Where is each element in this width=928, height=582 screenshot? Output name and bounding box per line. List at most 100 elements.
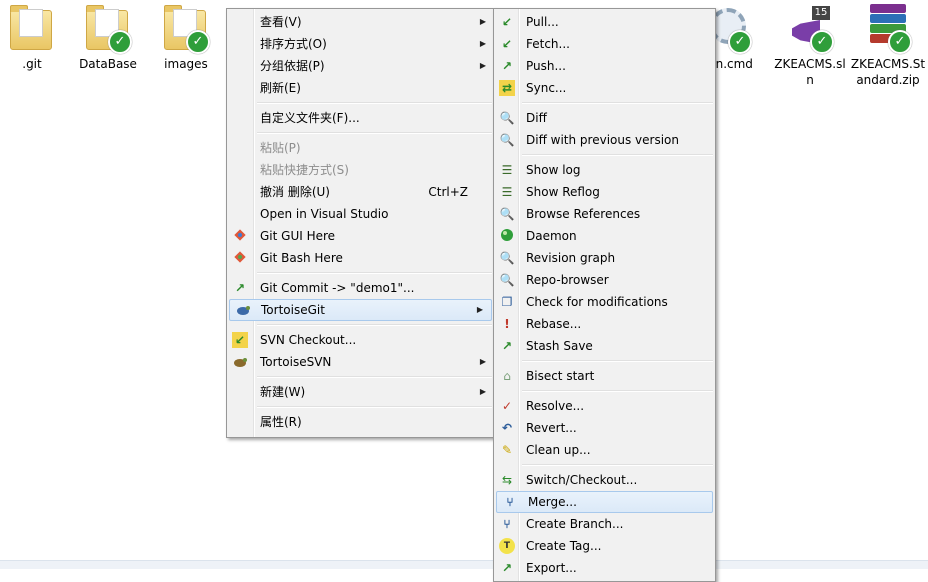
menu-item-label: Resolve... <box>526 399 585 413</box>
tortoisegit-icon <box>235 302 251 318</box>
submenu-item-merge[interactable]: ⑂ Merge... <box>496 491 713 513</box>
menu-item-open-in-visual-studio[interactable]: Open in Visual Studio <box>227 203 494 225</box>
submenu-item-revert[interactable]: ↶ Revert... <box>494 417 715 439</box>
git-commit-icon: ↗ <box>234 281 246 295</box>
rebase-icon: ! <box>504 317 510 331</box>
submenu-item-create-tag[interactable]: T Create Tag... <box>494 535 715 557</box>
menu-item-refresh[interactable]: 刷新(E) <box>227 77 494 99</box>
desktop-icon-zkeacms-zip[interactable]: ✓ ZKEACMS.Standard.zip <box>850 4 926 88</box>
submenu-item-revision-graph[interactable]: 🔍 Revision graph <box>494 247 715 269</box>
submenu-item-clean-up[interactable]: ✎ Clean up... <box>494 439 715 461</box>
desktop-icon-label: images <box>164 57 208 71</box>
menu-item-git-commit[interactable]: ↗ Git Commit -> "demo1"... <box>227 277 494 299</box>
submenu-item-pull[interactable]: ↙ Pull... <box>494 11 715 33</box>
menu-item-paste-shortcut: 粘贴快捷方式(S) <box>227 159 494 181</box>
submenu-arrow-icon: ▶ <box>476 305 483 314</box>
submenu-item-create-branch[interactable]: ⑂ Create Branch... <box>494 513 715 535</box>
push-icon: ↗ <box>501 59 513 73</box>
menu-item-git-bash-here[interactable]: Git Bash Here <box>227 247 494 269</box>
menu-item-label: Clean up... <box>526 443 591 457</box>
menu-item-label: 新建(W) <box>260 385 306 399</box>
tortoisesvn-icon <box>232 354 248 370</box>
git-status-check-icon: ✓ <box>728 30 752 54</box>
submenu-item-show-reflog[interactable]: ☰ Show Reflog <box>494 181 715 203</box>
menu-separator <box>257 376 492 378</box>
menu-item-view[interactable]: 查看(V) ▶ <box>227 11 494 33</box>
create-tag-icon: T <box>499 538 515 554</box>
submenu-arrow-icon: ▶ <box>479 61 486 70</box>
submenu-item-fetch[interactable]: ↙ Fetch... <box>494 33 715 55</box>
submenu-item-rebase[interactable]: ! Rebase... <box>494 313 715 335</box>
daemon-icon <box>499 228 515 244</box>
submenu-item-sync[interactable]: ⇄ Sync... <box>494 77 715 99</box>
menu-item-label: Git Bash Here <box>260 251 343 265</box>
menu-item-properties[interactable]: 属性(R) <box>227 411 494 433</box>
git-status-check-icon: ✓ <box>888 30 912 54</box>
tortoisegit-submenu: ↙ Pull... ↙ Fetch... ↗ Push... ⇄ Sync... 🔍 Di… <box>493 8 716 582</box>
menu-item-group-by[interactable]: 分组依据(P) ▶ <box>227 55 494 77</box>
submenu-item-switch-checkout[interactable]: ⇆ Switch/Checkout... <box>494 469 715 491</box>
pull-icon: ↙ <box>501 15 513 29</box>
menu-item-git-gui-here[interactable]: Git GUI Here <box>227 225 494 247</box>
menu-item-label: Git Commit -> "demo1"... <box>260 281 415 295</box>
menu-item-svn-checkout[interactable]: ↙ SVN Checkout... <box>227 329 494 351</box>
submenu-item-show-log[interactable]: ☰ Show log <box>494 159 715 181</box>
show-log-icon: ☰ <box>501 163 513 177</box>
menu-item-label: Diff with previous version <box>526 133 679 147</box>
menu-item-label: Rebase... <box>526 317 582 331</box>
submenu-item-resolve[interactable]: ✓ Resolve... <box>494 395 715 417</box>
menu-item-customize-folder[interactable]: 自定义文件夹(F)... <box>227 107 494 129</box>
menu-item-label: 粘贴(P) <box>260 141 301 155</box>
submenu-item-repo-browser[interactable]: 🔍 Repo-browser <box>494 269 715 291</box>
submenu-item-diff-previous[interactable]: 🔍 Diff with previous version <box>494 129 715 151</box>
menu-separator <box>522 390 713 392</box>
desktop-icon-label: ZKEACMS.Standard.zip <box>850 57 926 87</box>
desktop-icon-database-folder[interactable]: ✓ DataBase <box>70 4 146 72</box>
menu-item-label: Revision graph <box>526 251 616 265</box>
menu-item-label: Repo-browser <box>526 273 609 287</box>
menu-item-label: Show Reflog <box>526 185 600 199</box>
menu-item-label: SVN Checkout... <box>260 333 357 347</box>
revert-icon: ↶ <box>501 421 513 435</box>
submenu-arrow-icon: ▶ <box>479 17 486 26</box>
submenu-item-check-modifications[interactable]: ❐ Check for modifications <box>494 291 715 313</box>
resolve-icon: ✓ <box>501 399 513 413</box>
submenu-arrow-icon: ▶ <box>479 357 486 366</box>
switch-checkout-icon: ⇆ <box>501 473 513 487</box>
menu-item-label: Switch/Checkout... <box>526 473 638 487</box>
menu-item-label: 分组依据(P) <box>260 59 325 73</box>
menu-separator <box>522 102 713 104</box>
submenu-item-browse-references[interactable]: 🔍 Browse References <box>494 203 715 225</box>
sync-icon: ⇄ <box>499 80 515 96</box>
submenu-item-diff[interactable]: 🔍 Diff <box>494 107 715 129</box>
menu-item-label: TortoiseSVN <box>260 355 332 369</box>
menu-item-new[interactable]: 新建(W) ▶ <box>227 381 494 403</box>
menu-item-label: Merge... <box>528 495 577 509</box>
menu-item-label: Create Tag... <box>526 539 602 553</box>
desktop-icon-zkeacms-sln[interactable]: 15 ✓ ZKEACMS.sln <box>772 4 848 88</box>
git-bash-icon <box>232 250 248 266</box>
menu-item-sort-by[interactable]: 排序方式(O) ▶ <box>227 33 494 55</box>
menu-item-label: Open in Visual Studio <box>260 207 389 221</box>
submenu-item-bisect-start[interactable]: ⌂ Bisect start <box>494 365 715 387</box>
submenu-item-export[interactable]: ↗ Export... <box>494 557 715 579</box>
diff-previous-icon: 🔍 <box>499 133 515 147</box>
menu-separator <box>522 464 713 466</box>
menu-separator <box>257 132 492 134</box>
submenu-item-push[interactable]: ↗ Push... <box>494 55 715 77</box>
menu-item-label: Browse References <box>526 207 641 221</box>
menu-item-label: Pull... <box>526 15 559 29</box>
show-reflog-icon: ☰ <box>501 185 513 199</box>
menu-item-undo-delete[interactable]: 撤消 删除(U) Ctrl+Z <box>227 181 494 203</box>
merge-icon: ⑂ <box>506 495 514 509</box>
desktop-icon-git-folder[interactable]: .git <box>0 4 70 72</box>
submenu-item-stash-save[interactable]: ↗ Stash Save <box>494 335 715 357</box>
diff-icon: 🔍 <box>499 111 515 125</box>
menu-item-tortoisesvn[interactable]: TortoiseSVN ▶ <box>227 351 494 373</box>
desktop-icon-images-folder[interactable]: ✓ images <box>148 4 224 72</box>
git-status-check-icon: ✓ <box>810 30 834 54</box>
export-icon: ↗ <box>501 561 513 575</box>
submenu-arrow-icon: ▶ <box>479 387 486 396</box>
submenu-item-daemon[interactable]: Daemon <box>494 225 715 247</box>
menu-item-tortoisegit[interactable]: TortoiseGit ▶ <box>229 299 492 321</box>
